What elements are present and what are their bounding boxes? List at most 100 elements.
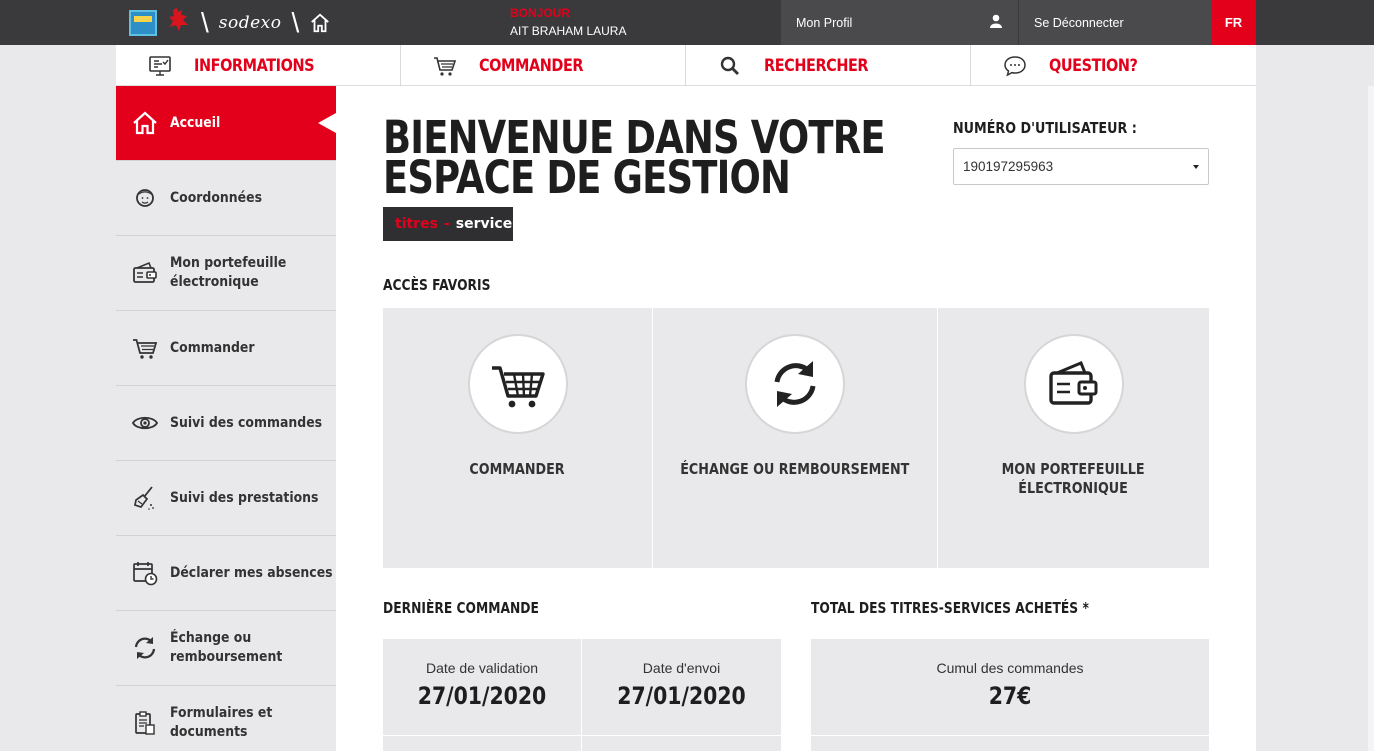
logout-label: Se Déconnecter xyxy=(1034,15,1124,30)
sidebar-item-echange[interactable]: Échange ou remboursement xyxy=(116,611,336,686)
label-line: ÉLECTRONIQUE xyxy=(1018,479,1129,497)
language-button[interactable]: FR xyxy=(1211,0,1256,45)
label-line: Échange ou xyxy=(170,630,252,646)
sidebar-item-suivi-prestations[interactable]: Suivi des prestations xyxy=(116,461,336,536)
user-number-label: NUMÉRO D'UTILISATEUR : xyxy=(953,119,1137,137)
le-forem-logo[interactable] xyxy=(129,10,157,36)
wallonia-rooster-logo xyxy=(167,7,191,39)
exchange-icon xyxy=(774,361,816,407)
sidebar-item-formulaires[interactable]: Formulaires et documents xyxy=(116,686,336,751)
badge-separator: - xyxy=(443,216,450,232)
total-title: TOTAL DES TITRES-SERVICES ACHETÉS * xyxy=(811,599,1089,617)
nav-label: COMMANDER xyxy=(479,55,584,76)
sent-date: 27/01/2020 xyxy=(617,682,746,710)
label-line: MON PORTEFEUILLE xyxy=(1002,460,1145,478)
logout-button[interactable]: Se Déconnecter xyxy=(1019,0,1211,45)
total-label: Cumul des commandes xyxy=(936,660,1084,676)
person-icon xyxy=(136,189,154,207)
label-line: électronique xyxy=(170,274,259,290)
last-order-title: DERNIÈRE COMMANDE xyxy=(383,599,539,617)
home-icon[interactable] xyxy=(309,12,331,34)
greeting: BONJOUR AIT BRAHAM LAURA xyxy=(510,6,626,38)
main-nav: INFORMATIONS COMMANDER RECHERCHER QUESTI… xyxy=(116,45,1256,86)
nav-item-commander[interactable]: COMMANDER xyxy=(401,45,686,86)
clipboard-icon xyxy=(135,711,155,735)
user-number-value: 190197295963 xyxy=(963,159,1054,174)
user-number-select[interactable]: 190197295963 xyxy=(953,148,1209,185)
sidebar-item-label: Mon portefeuille électronique xyxy=(170,254,286,292)
label-line: Formulaires et xyxy=(170,705,273,721)
favorite-commander[interactable]: COMMANDER xyxy=(383,308,653,568)
user-icon xyxy=(990,14,1002,28)
main-content: BIENVENUE DANS VOTRE ESPACE DE GESTION t… xyxy=(336,86,1256,751)
separator: \ xyxy=(201,7,209,38)
sidebar: Accueil Coordonnées Mon portefeuille élec… xyxy=(116,86,336,751)
profile-button[interactable]: Mon Profil xyxy=(781,0,1018,45)
label-line: documents xyxy=(170,724,248,740)
wallet-icon xyxy=(1048,361,1097,405)
chat-bubble-icon xyxy=(1004,55,1026,76)
sidebar-item-label: Suivi des prestations xyxy=(170,489,319,506)
favorite-label: MON PORTEFEUILLE ÉLECTRONIQUE xyxy=(1002,460,1145,498)
cart-icon xyxy=(491,366,545,408)
nav-item-question[interactable]: QUESTION? xyxy=(971,45,1256,86)
nav-item-informations[interactable]: INFORMATIONS xyxy=(116,45,401,86)
sidebar-item-portefeuille[interactable]: Mon portefeuille électronique xyxy=(116,236,336,311)
titres-services-badge: titres - services xyxy=(383,207,521,241)
separator: \ xyxy=(291,7,300,38)
page-title: BIENVENUE DANS VOTRE ESPACE DE GESTION xyxy=(383,115,908,204)
label-line: remboursement xyxy=(170,649,283,665)
badge-part1: titres xyxy=(395,216,438,232)
calendar-clock-icon xyxy=(133,562,158,586)
sidebar-item-label: Commander xyxy=(170,339,255,356)
wallet-icon xyxy=(133,261,157,283)
sidebar-item-suivi-commandes[interactable]: Suivi des commandes xyxy=(116,386,336,461)
sodexo-logo[interactable]: sodexo xyxy=(219,13,282,33)
nav-label: QUESTION? xyxy=(1049,55,1138,76)
top-bar: \ sodexo \ BONJOUR AIT BRAHAM LAURA Mon … xyxy=(0,0,1374,45)
nav-label: RECHERCHER xyxy=(764,55,869,76)
label-line: Mon portefeuille xyxy=(170,255,287,271)
favorites-title: ACCÈS FAVORIS xyxy=(383,276,491,294)
nav-label: INFORMATIONS xyxy=(194,55,315,76)
exchange-icon xyxy=(134,637,156,659)
title-line: ESPACE DE GESTION xyxy=(383,151,791,204)
favorite-icon-circle xyxy=(467,334,568,434)
broom-icon xyxy=(134,486,154,510)
favorite-label: COMMANDER xyxy=(469,460,566,478)
validation-date: 27/01/2020 xyxy=(417,682,547,710)
sent-label: Date d'envoi xyxy=(642,660,721,676)
divider xyxy=(811,735,1209,736)
favorite-portefeuille[interactable]: MON PORTEFEUILLE ÉLECTRONIQUE xyxy=(938,308,1209,568)
logos: \ sodexo \ xyxy=(129,8,331,38)
cart-icon xyxy=(434,56,457,76)
sidebar-item-coordonnees[interactable]: Coordonnées xyxy=(116,161,336,236)
sidebar-item-absences[interactable]: Déclarer mes absences xyxy=(116,536,336,611)
favorites-grid: COMMANDER ÉCHANGE OU REMBOURSEMENT MON P… xyxy=(383,308,1209,568)
sidebar-item-label: Formulaires et documents xyxy=(170,704,272,742)
total-card: Cumul des commandes 27€ xyxy=(811,639,1209,751)
greeting-label: BONJOUR xyxy=(510,6,571,20)
divider xyxy=(383,735,781,736)
validation-label: Date de validation xyxy=(425,660,539,676)
search-icon xyxy=(720,56,739,75)
caret-down-icon xyxy=(1193,165,1199,169)
favorite-label: ÉCHANGE OU REMBOURSEMENT xyxy=(680,460,910,478)
favorite-icon-circle xyxy=(745,334,845,434)
page-background xyxy=(1256,86,1374,751)
sidebar-item-label: Suivi des commandes xyxy=(170,414,323,431)
sidebar-item-label: Accueil xyxy=(170,114,221,131)
cart-icon xyxy=(133,339,158,359)
sidebar-item-label: Coordonnées xyxy=(170,189,263,206)
favorite-icon-circle xyxy=(1023,334,1124,434)
home-icon xyxy=(133,111,157,135)
nav-item-rechercher[interactable]: RECHERCHER xyxy=(686,45,971,86)
monitor-icon xyxy=(149,55,171,76)
user-name: AIT BRAHAM LAURA xyxy=(510,24,627,38)
favorite-echange[interactable]: ÉCHANGE OU REMBOURSEMENT xyxy=(653,308,938,568)
badge-part2: services xyxy=(455,216,521,232)
profile-label: Mon Profil xyxy=(796,15,853,30)
sidebar-item-commander[interactable]: Commander xyxy=(116,311,336,386)
total-value: 27€ xyxy=(988,682,1032,710)
sidebar-item-accueil[interactable]: Accueil xyxy=(116,86,336,161)
